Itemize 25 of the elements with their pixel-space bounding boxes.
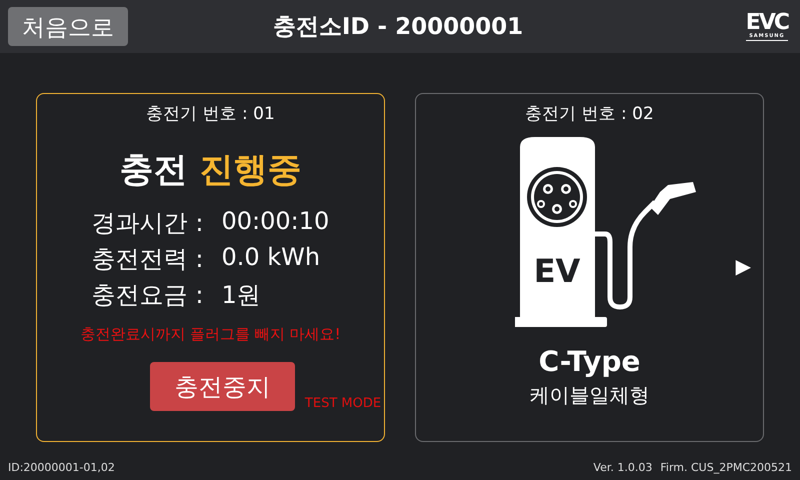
info-label: 충전요금 : (92, 280, 204, 311)
status-text: 진행중 (200, 149, 302, 192)
status-text: 충전 (120, 149, 188, 192)
info-label: 충전전력 : (92, 244, 204, 275)
device-id: ID:20000001-01,02 (8, 461, 115, 474)
stop-charging-button[interactable]: 충전중지 (150, 362, 295, 411)
warning-text: 충전완료시까지 플러그를 빼지 마세요! (80, 325, 341, 344)
mode-label: TEST MODE (304, 396, 382, 411)
connector-type: C-Type (538, 345, 640, 378)
charger-number: 충전기 번호 : 02 (525, 103, 654, 125)
home-button[interactable]: 처음으로 (8, 7, 128, 46)
charger-number: 충전기 번호 : 01 (146, 103, 275, 125)
info-label: 경과시간 : (92, 208, 204, 239)
charger-card[interactable]: 충전기 번호 : 02 EV C-Type 케이블일체형 ▶ (415, 93, 764, 442)
cable-type: 케이블일체형 (530, 382, 650, 409)
info-value: 1원 (221, 280, 262, 311)
pump-label: EV (533, 252, 580, 290)
next-arrow[interactable]: ▶ (736, 254, 751, 278)
firmware-text: Firm. CUS_2PMC200521 (660, 461, 792, 474)
station-title: 충전소ID - 20000001 (272, 13, 524, 42)
logo-text: EVC (746, 12, 788, 34)
charger-card[interactable]: 충전기 번호 : 01 충전 진행중 경과시간 : 00:00:10 충전전력 : 0.0 kWh 충전요금 : 1원 충전완료시까지 플러그를 빼지 마세요! 충전중지 TEST MODE (36, 93, 385, 442)
version-text: Ver. 1.0.03 (593, 461, 652, 474)
info-value: 00:00:10 (221, 207, 330, 237)
info-value: 0.0 kWh (221, 243, 322, 273)
